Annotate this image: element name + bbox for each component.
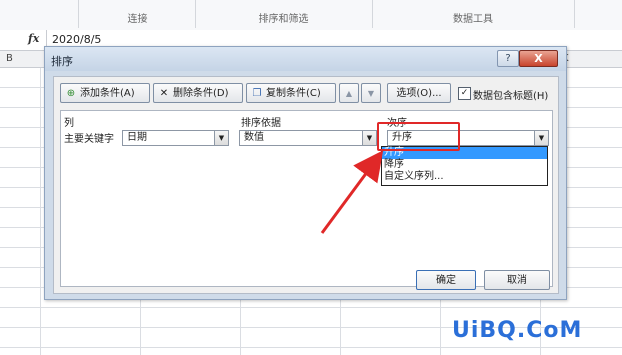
annotation-arrow-icon — [320, 150, 384, 234]
watermark-text: UiBQ.CoM — [452, 318, 583, 343]
